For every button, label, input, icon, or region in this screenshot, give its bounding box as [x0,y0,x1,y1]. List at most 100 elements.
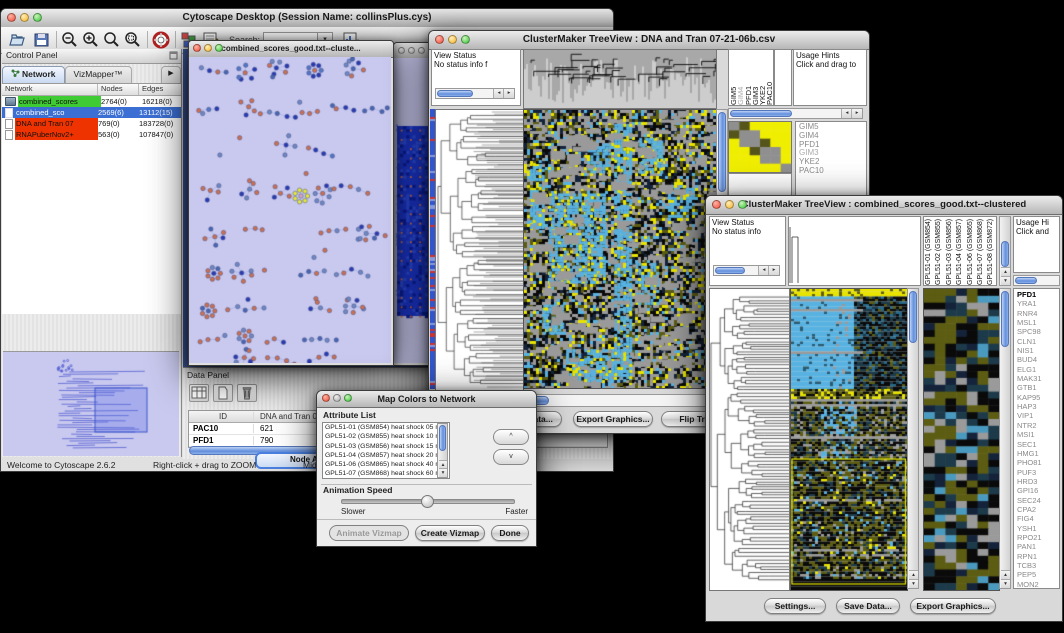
zoom-window-button[interactable] [33,13,42,22]
gene-label[interactable]: GTB1 [1017,383,1059,392]
gene-label[interactable]: YRA1 [1017,299,1059,308]
minimize-button[interactable] [448,35,457,44]
gene-label[interactable]: YSH1 [1017,524,1059,533]
float-panel-icon[interactable] [169,51,178,60]
heatmap-zoom-view[interactable] [728,121,792,173]
treeview1-titlebar[interactable]: ClusterMaker TreeView : DNA and Tran 07-… [429,31,869,50]
export-graphics-button[interactable]: Export Graphics... [910,598,996,614]
attribute-item[interactable]: GPL51-02 (GSM855) heat shock 10 min [325,432,449,441]
done-button[interactable]: Done [491,525,529,541]
gene-label[interactable]: HMG1 [1017,449,1059,458]
gene-label[interactable]: RPN1 [1017,552,1059,561]
save-icon[interactable] [32,30,52,50]
new-attribute-icon[interactable] [213,384,233,402]
close-button[interactable] [322,394,330,402]
scroll-down-icon[interactable]: ▾ [909,579,918,588]
scroll-right-icon[interactable]: ▸ [503,89,514,98]
network-view-titlebar[interactable]: combined_scores_good.txt--cluste... [189,41,393,58]
zoom-view-scrollbar[interactable]: ◂ ▸ [728,108,863,119]
gene-label[interactable]: FIG4 [1017,514,1059,523]
scroll-up-icon[interactable]: ▴ [1001,267,1010,276]
attribute-item[interactable]: GPL51-04 (GSM857) heat shock 20 min [325,451,449,460]
minimize-button[interactable] [204,44,212,52]
create-vizmap-button[interactable]: Create Vizmap [415,525,485,541]
scrollbar-thumb[interactable] [1001,241,1009,267]
gene-label[interactable]: CLN1 [1017,337,1059,346]
gene-label[interactable]: HRD3 [1017,477,1059,486]
scroll-up-icon[interactable]: ▴ [1001,570,1010,579]
help-lifering-icon[interactable] [151,30,171,50]
zoom-window-button[interactable] [418,47,425,54]
network-canvas[interactable] [189,57,391,363]
zoom-window-button[interactable] [738,200,747,209]
table-mode-icon[interactable] [189,384,209,402]
move-up-button[interactable]: ^ [493,429,529,445]
zoom-column-label[interactable]: PFD1 [744,50,751,105]
array-column-label[interactable]: GPL51-04 (GSM857) [955,217,965,285]
gene-label[interactable]: PFD1 [1017,290,1059,299]
row-dendrogram[interactable] [709,288,790,591]
heatmap-global[interactable] [790,288,908,591]
attribute-item[interactable]: GPL51-03 (GSM856) heat shock 15 min [325,442,449,451]
treeview2-titlebar[interactable]: ClusterMaker TreeView : combined_scores_… [706,196,1062,215]
attribute-item[interactable]: GPL51-01 (GSM854) heat shock 05 min [325,423,449,432]
zoom-out-icon[interactable] [60,30,80,50]
heatmap-vscrollbar[interactable]: ▴ ▾ [907,288,919,589]
view-status-scrollbar[interactable]: ◂ ▸ [435,88,515,99]
gene-label[interactable]: PUF3 [1017,468,1059,477]
gene-label[interactable]: VIP1 [1017,411,1059,420]
minimize-button[interactable] [408,47,415,54]
scroll-down-icon[interactable]: ▾ [1001,579,1010,588]
speed-slider-thumb[interactable] [421,495,434,508]
array-column-label[interactable]: GPL51-02 (GSM855) [934,217,944,285]
gene-label[interactable]: SEC1 [1017,440,1059,449]
scroll-up-icon[interactable]: ▴ [909,570,918,579]
zoom-window-button[interactable] [344,394,352,402]
attribute-item[interactable]: GPL51-07 (GSM868) heat shock 60 min [325,469,449,478]
gene-label[interactable]: KAP95 [1017,393,1059,402]
gene-label[interactable]: ELG1 [1017,365,1059,374]
array-column-label[interactable]: GPL51-03 (GSM856) [945,217,955,285]
close-button[interactable] [398,47,405,54]
network-list-row[interactable]: DNA and Tran 07769(0)183728(0) [2,118,181,129]
network-list-row[interactable]: RNAPuberNov2+563(0)107847(0) [2,129,181,140]
gene-label[interactable]: SPC98 [1017,327,1059,336]
gene-label[interactable]: SEC24 [1017,496,1059,505]
gene-label[interactable]: BUD4 [1017,355,1059,364]
gene-label[interactable]: MSL1 [1017,318,1059,327]
zoom-in-icon[interactable] [81,30,101,50]
gene-label[interactable]: HAP3 [1017,402,1059,411]
zoom-column-label[interactable]: PAC10 [765,50,772,105]
move-down-button[interactable]: v [493,449,529,465]
animate-vizmap-button[interactable]: Animate Vizmap [329,525,409,541]
attribute-list[interactable]: GPL51-01 (GSM854) heat shock 05 minGPL51… [322,422,450,479]
close-button[interactable] [193,44,201,52]
close-button[interactable] [712,200,721,209]
gene-list-vscrollbar[interactable]: ▴ ▾ [999,288,1011,589]
zoom-column-label[interactable]: GIM4 [736,50,743,105]
gene-label[interactable]: MON2 [1017,580,1059,589]
scrollbar-thumb[interactable] [439,425,446,451]
settings-button[interactable]: Settings... [764,598,826,614]
tab-overflow-arrow[interactable]: ▶ [161,66,181,83]
network-list-row[interactable]: combined_sco2569(6)13112(15) [2,107,181,118]
gene-label[interactable]: RNR4 [1017,309,1059,318]
column-labels-vscrollbar[interactable]: ▴ ▾ [999,216,1011,286]
array-column-label[interactable]: GPL51-08 (GSM872) [986,217,996,285]
export-graphics-button[interactable]: Export Graphics... [573,411,653,427]
scrollbar-thumb[interactable] [909,291,917,343]
gene-label[interactable]: NTR2 [1017,421,1059,430]
tab-network[interactable]: Network [2,66,65,83]
scrollbar-thumb[interactable] [730,110,792,117]
scrollbar-thumb[interactable] [1015,277,1037,284]
scroll-down-icon[interactable]: ▾ [1001,276,1010,285]
attribute-item[interactable]: GPL51-06 (GSM865) heat shock 40 min [325,460,449,469]
scrollbar-thumb[interactable] [437,90,473,97]
delete-attribute-icon[interactable] [237,384,257,402]
gene-label[interactable]: NIS1 [1017,346,1059,355]
close-button[interactable] [7,13,16,22]
gene-label[interactable]: GPI16 [1017,486,1059,495]
open-file-icon[interactable] [8,30,28,50]
scroll-right-icon[interactable]: ▸ [768,266,779,275]
zoom-fit-icon[interactable] [102,30,122,50]
